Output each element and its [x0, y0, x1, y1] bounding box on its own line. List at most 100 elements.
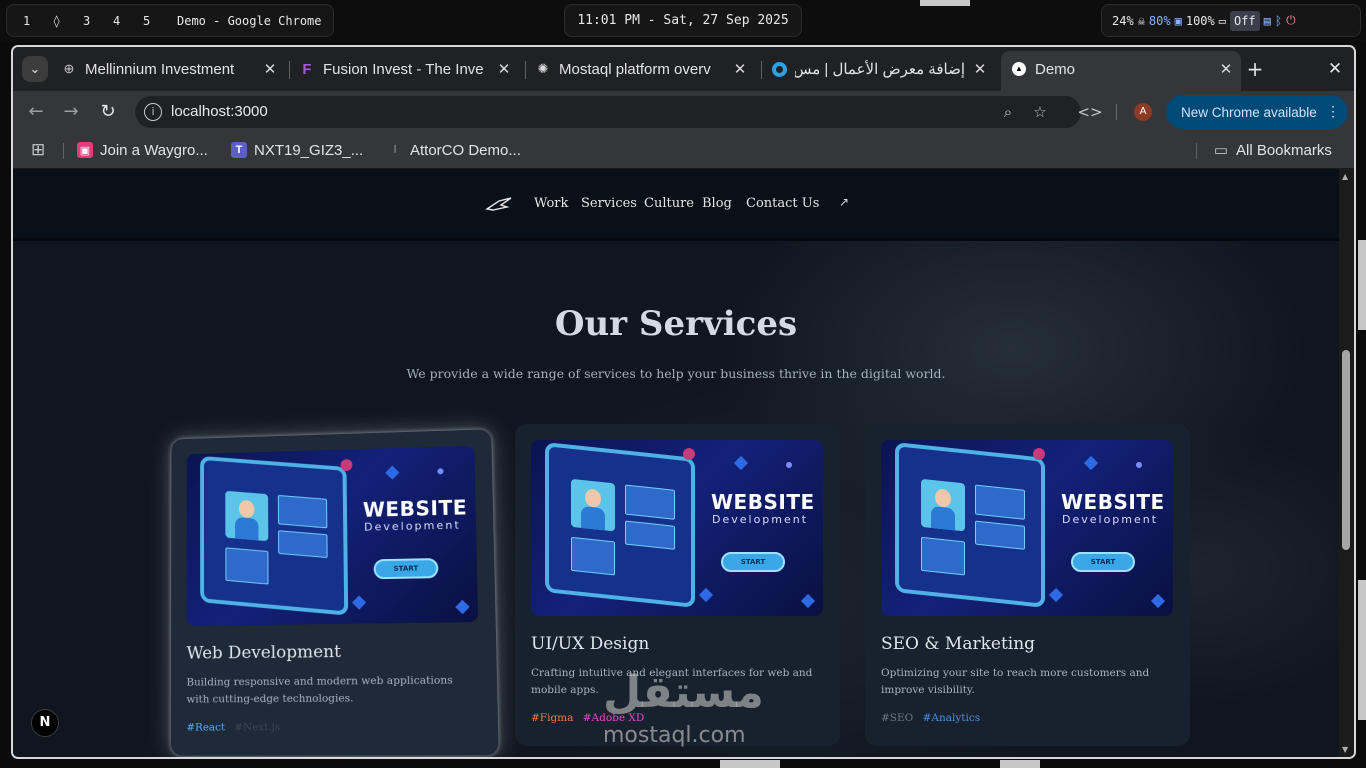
profile-avatar[interactable]: A: [1134, 103, 1152, 121]
wallpaper-stroke: [1000, 760, 1040, 768]
service-card-tags: #React #Next.js: [186, 721, 286, 733]
figma-f-icon: F: [302, 60, 312, 78]
window-close-icon[interactable]: ✕: [1323, 57, 1347, 81]
external-arrow-icon[interactable]: ↗: [839, 195, 849, 209]
workspace-5[interactable]: 5: [143, 14, 173, 28]
illustration-profile: [921, 478, 965, 532]
site-navbar: Work Services Culture Blog Contact Us ↗: [13, 169, 1339, 241]
power-icon[interactable]: ⏻: [1286, 13, 1296, 28]
page-scrollbar[interactable]: ▲ ▼: [1339, 169, 1354, 757]
teams-icon: T: [231, 142, 247, 158]
tab-close-icon[interactable]: ✕: [1217, 60, 1235, 78]
tab-separator: [761, 61, 762, 79]
bookmark-nxt19[interactable]: T NXT19_GIZ3_...: [231, 139, 363, 161]
illustration-panel: [225, 547, 269, 585]
tab-search-chevron-icon[interactable]: ⌄: [22, 56, 48, 82]
bookmark-attorco[interactable]: ǀ AttorCO Demo...: [387, 139, 521, 161]
illustration-subtitle: Development: [364, 518, 461, 534]
service-card-seo-marketing[interactable]: WEBSITE Development START SEO & Marketin…: [865, 424, 1190, 746]
new-chrome-available-button[interactable]: New Chrome available ⋮: [1166, 95, 1348, 129]
wallpaper-stroke: [720, 760, 780, 768]
illustration-head: [935, 488, 951, 509]
illustration-screen: [895, 442, 1045, 608]
bookmark-waygro[interactable]: ▣ Join a Waygro...: [77, 139, 208, 161]
tag: #SEO: [881, 712, 914, 724]
scroll-up-arrow-icon[interactable]: ▲: [1342, 172, 1348, 181]
back-arrow-icon[interactable]: ←: [23, 99, 49, 125]
browser-toolbar: ← → ↻ i localhost:3000 ⌕ ☆ <> A New Chro…: [13, 91, 1354, 133]
workspace-switcher: 1 ◊ 3 4 5 Demo - Google Chrome: [6, 4, 334, 37]
service-card-title: UI/UX Design: [531, 634, 650, 654]
tab-close-icon[interactable]: ✕: [495, 60, 513, 78]
workspace-3[interactable]: 3: [83, 14, 113, 28]
tab-close-icon[interactable]: ✕: [971, 60, 989, 78]
section-subtitle: We provide a wide range of services to h…: [406, 366, 946, 381]
bookmark-label: NXT19_GIZ3_...: [254, 141, 364, 159]
illustration-orb: [437, 468, 444, 475]
workspace-4[interactable]: 4: [113, 14, 143, 28]
tab-close-icon[interactable]: ✕: [261, 60, 279, 78]
nav-link-work[interactable]: Work: [534, 196, 568, 211]
illustration-cube: [800, 593, 816, 609]
site-info-icon[interactable]: i: [144, 103, 162, 121]
bookmark-star-icon[interactable]: ☆: [1029, 101, 1051, 123]
desktop-top-bar: 1 ◊ 3 4 5 Demo - Google Chrome 11:01 PM …: [0, 0, 1366, 42]
tab-mostaql-portfolio[interactable]: إضافة معرض الأعمال | مس ✕: [771, 54, 989, 84]
network-icon[interactable]: ▤: [1264, 14, 1271, 28]
workspace-2-icon[interactable]: ◊: [53, 14, 83, 28]
watermark-arabic: مستقل: [603, 667, 764, 718]
tab-mellinnium[interactable]: ⊕ Mellinnium Investment ✕: [61, 54, 279, 84]
illustration-orb: [1136, 462, 1142, 468]
illustration-panel: [625, 520, 675, 550]
scroll-down-arrow-icon[interactable]: ▼: [1342, 745, 1348, 754]
nav-link-culture[interactable]: Culture: [644, 196, 694, 211]
tab-fusion-invest[interactable]: F Fusion Invest - The Inve ✕: [299, 54, 513, 84]
service-card-image: WEBSITE Development START: [531, 440, 823, 616]
illustration-panel: [278, 530, 328, 559]
nav-link-contact-us[interactable]: Contact Us: [746, 196, 819, 211]
site-logo-icon[interactable]: [485, 195, 513, 213]
bookmark-label: Join a Waygro...: [100, 141, 208, 159]
forward-arrow-icon[interactable]: →: [58, 99, 84, 125]
tab-title: Fusion Invest - The Inve: [323, 60, 484, 78]
illustration-body: [581, 505, 605, 531]
nav-link-blog[interactable]: Blog: [702, 196, 732, 211]
section-title: Our Services: [554, 304, 798, 344]
workspace-1[interactable]: 1: [23, 14, 53, 28]
url-text[interactable]: localhost:3000: [171, 103, 268, 120]
mostaql-icon: [771, 61, 787, 77]
apps-grid-icon[interactable]: ⊞: [31, 139, 45, 161]
tab-mostaql-overview[interactable]: ✺ Mostaql platform overv ✕: [535, 54, 749, 84]
all-bookmarks-button[interactable]: ▭ All Bookmarks: [1213, 139, 1332, 161]
clock[interactable]: 11:01 PM - Sat, 27 Sep 2025: [564, 4, 802, 37]
illustration-cube: [1083, 455, 1099, 471]
battery-icon: ▭: [1218, 13, 1226, 28]
bluetooth-icon[interactable]: ᛒ: [1275, 14, 1282, 28]
kebab-menu-icon[interactable]: ⋮: [1326, 103, 1340, 120]
tab-close-icon[interactable]: ✕: [731, 60, 749, 78]
devtools-code-icon[interactable]: <>: [1077, 99, 1103, 125]
service-card-description: Building responsive and modern web appli…: [186, 674, 453, 706]
illustration-orb: [340, 459, 353, 472]
system-status: 24% ☠ 80% ▣ 100% ▭ Off ▤ ᛒ ⏻: [1101, 4, 1361, 37]
disk-icon: ▣: [1174, 13, 1182, 28]
nextjs-icon: ▲: [1011, 61, 1027, 77]
nextjs-dev-badge[interactable]: N: [31, 709, 59, 737]
tab-demo-active[interactable]: ▲ Demo ✕: [1001, 51, 1241, 91]
illustration-title: WEBSITE: [1061, 490, 1165, 514]
zoom-magnifier-icon[interactable]: ⌕: [997, 101, 1019, 123]
reload-icon[interactable]: ↻: [95, 99, 121, 125]
scrollbar-thumb[interactable]: [1342, 350, 1350, 550]
tab-title: Mostaql platform overv: [559, 60, 711, 78]
toggle-status[interactable]: Off: [1229, 10, 1260, 31]
address-bar[interactable]: i localhost:3000 ⌕ ☆: [135, 96, 1081, 128]
nav-link-services[interactable]: Services: [581, 196, 637, 211]
illustration-orb: [683, 448, 695, 460]
illustration-cube: [455, 599, 470, 615]
illustration-body: [931, 505, 955, 531]
service-card-web-development[interactable]: WEBSITE Development START Web Developmen…: [170, 429, 499, 756]
new-tab-plus-icon[interactable]: +: [1243, 57, 1267, 81]
disk-usage: 100%: [1185, 13, 1215, 28]
illustration-screen: [545, 442, 695, 608]
bookmark-separator: [63, 143, 64, 159]
